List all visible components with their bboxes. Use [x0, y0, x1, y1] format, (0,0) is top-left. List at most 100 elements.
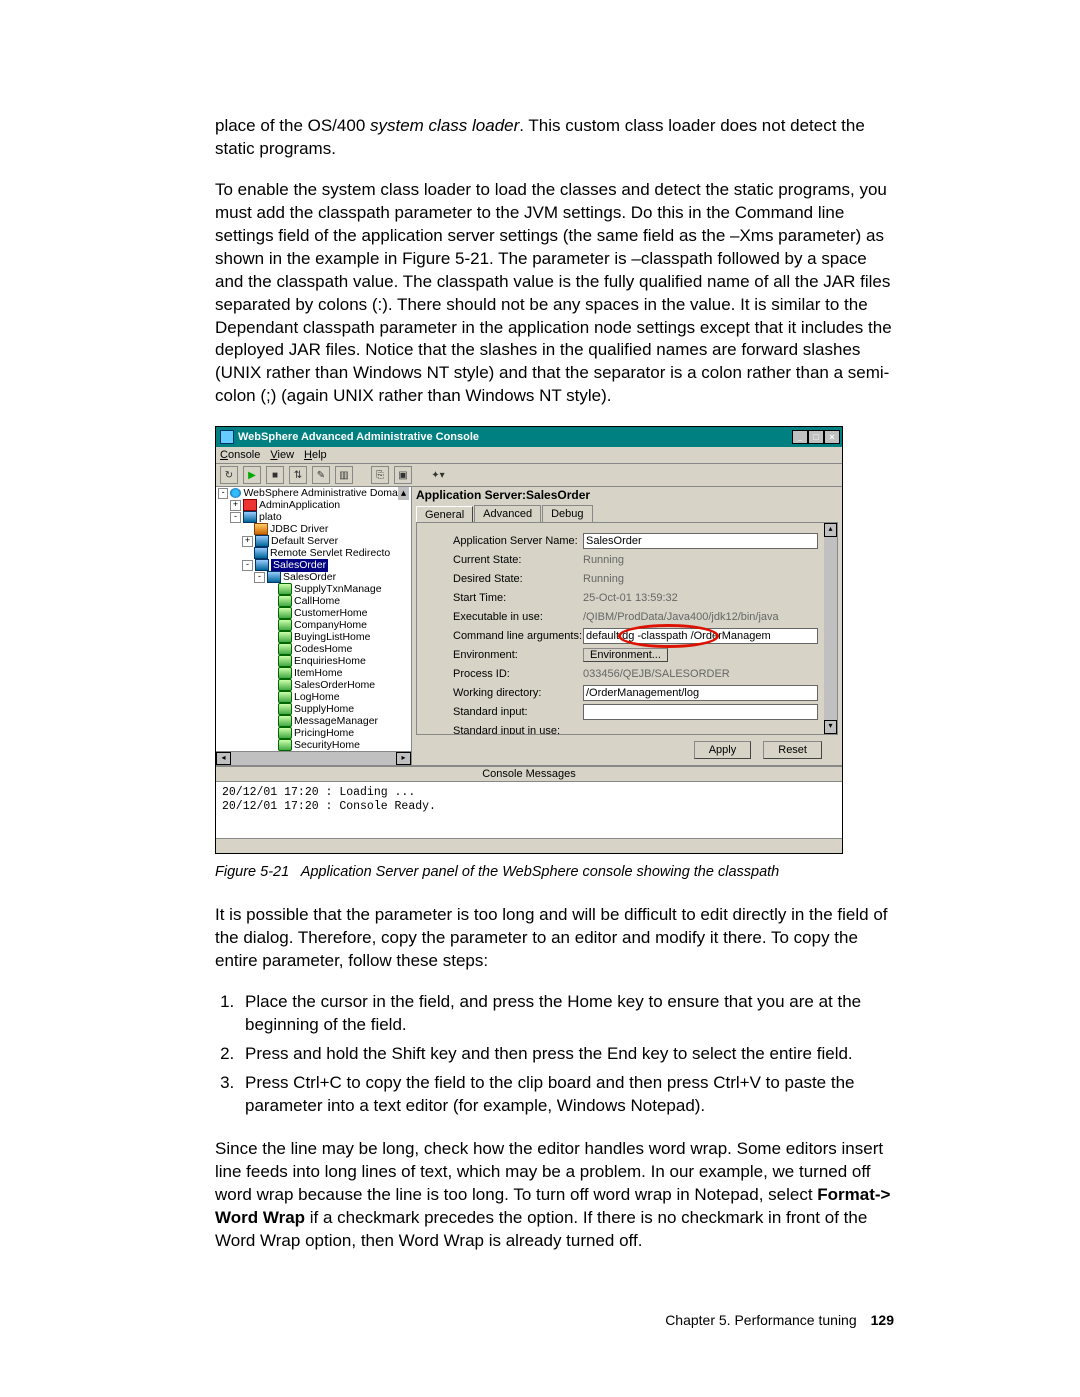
tool-icon[interactable]: ✎	[312, 466, 330, 484]
tree-bean-node[interactable]: ItemHome	[218, 667, 409, 679]
redirector-icon	[254, 547, 268, 559]
bean-icon	[278, 583, 292, 595]
bean-icon	[278, 631, 292, 643]
bean-icon	[278, 643, 292, 655]
bean-icon	[278, 655, 292, 667]
paragraph-3: It is possible that the parameter is too…	[215, 904, 894, 973]
step-2: Press and hold the Shift key and then pr…	[239, 1043, 894, 1066]
tool-icon[interactable]: ▥	[335, 466, 353, 484]
app-server-name-input[interactable]	[583, 533, 818, 549]
wizard-icon[interactable]: ✦▾	[430, 467, 446, 483]
window-title: WebSphere Advanced Administrative Consol…	[238, 431, 479, 443]
tab-debug[interactable]: Debug	[542, 505, 592, 522]
reset-button[interactable]: Reset	[763, 741, 822, 759]
label: Executable in use:	[453, 611, 583, 623]
apply-button[interactable]: Apply	[694, 741, 752, 759]
bean-icon	[278, 679, 292, 691]
label: Process ID:	[453, 668, 583, 680]
vertical-scrollbar[interactable]: ▴ ▾	[824, 523, 837, 734]
tool-icon[interactable]: ⇅	[289, 466, 307, 484]
bean-icon	[278, 667, 292, 679]
tree-node-label: SecurityHome	[294, 739, 360, 752]
executable-value: /QIBM/ProdData/Java400/jdk12/bin/java	[583, 611, 818, 623]
text: Since the line may be long, check how th…	[215, 1139, 883, 1204]
expand-icon[interactable]: +	[242, 536, 253, 547]
panel-title: Application Server:SalesOrder	[412, 487, 842, 503]
figure-caption: Figure 5-21 Application Server panel of …	[215, 864, 894, 880]
horizontal-scrollbar[interactable]: ◂ ▸	[216, 751, 411, 765]
tree-bean-node[interactable]: MessageManager	[218, 715, 409, 727]
label: Command line arguments:	[453, 630, 583, 642]
tree-bean-node[interactable]: SupplyHome	[218, 703, 409, 715]
command-line-input[interactable]	[583, 628, 818, 644]
bean-icon	[278, 715, 292, 727]
tree-bean-node[interactable]: CallHome	[218, 595, 409, 607]
app-icon	[220, 430, 234, 444]
label: Standard input in use:	[453, 725, 583, 736]
standard-input-input[interactable]	[583, 704, 818, 720]
step-3: Press Ctrl+C to copy the field to the cl…	[239, 1072, 894, 1118]
bean-icon	[278, 619, 292, 631]
tree-bean-node[interactable]: LogHome	[218, 691, 409, 703]
stop-icon[interactable]: ■	[266, 466, 284, 484]
menu-view[interactable]: View	[270, 449, 294, 461]
tree-bean-node[interactable]: BuyingListHome	[218, 631, 409, 643]
maximize-button[interactable]: □	[808, 430, 824, 444]
console-output: 20/12/01 17:20 : Loading ... 20/12/01 17…	[216, 782, 842, 838]
tree-bean-node[interactable]: EnquiriesHome	[218, 655, 409, 667]
tree-bean-node[interactable]: PricingHome	[218, 727, 409, 739]
menu-help[interactable]: Help	[304, 449, 327, 461]
label: Application Server Name:	[453, 535, 583, 547]
window-titlebar: WebSphere Advanced Administrative Consol…	[216, 427, 842, 447]
bean-icon	[278, 607, 292, 619]
scroll-right-icon[interactable]: ▸	[396, 752, 411, 765]
collapse-icon[interactable]: -	[242, 560, 253, 571]
tree-bean-node[interactable]: SupplyTxnManage	[218, 583, 409, 595]
driver-icon	[254, 523, 268, 535]
close-button[interactable]: ×	[824, 430, 840, 444]
environment-button[interactable]: Environment...	[583, 648, 668, 662]
container-icon	[267, 571, 281, 583]
collapse-icon[interactable]: -	[230, 512, 241, 523]
minimize-button[interactable]: _	[792, 430, 808, 444]
app-icon	[243, 499, 257, 511]
console-messages-header: Console Messages	[216, 766, 842, 782]
refresh-icon[interactable]: ↻	[220, 466, 238, 484]
tab-advanced[interactable]: Advanced	[474, 505, 541, 522]
tree[interactable]: -WebSphere Administrative Doma▴ +AdminAp…	[216, 487, 411, 751]
server-icon	[255, 535, 269, 547]
bean-icon	[278, 691, 292, 703]
tab-general[interactable]: General	[416, 506, 473, 523]
collapse-icon[interactable]: -	[254, 572, 265, 583]
tree-bean-node[interactable]: CompanyHome	[218, 619, 409, 631]
tree-bean-node[interactable]: CustomerHome	[218, 607, 409, 619]
scroll-up-icon[interactable]: ▴	[824, 523, 837, 537]
server-icon	[243, 511, 257, 523]
tree-pane: -WebSphere Administrative Doma▴ +AdminAp…	[216, 487, 412, 765]
collapse-icon[interactable]: -	[218, 488, 228, 499]
tool-icon[interactable]: ⎘	[371, 466, 389, 484]
paragraph-2: To enable the system class loader to loa…	[215, 179, 894, 408]
scroll-down-icon[interactable]: ▾	[824, 720, 837, 734]
tree-bean-node[interactable]: SecurityHome	[218, 739, 409, 751]
scroll-left-icon[interactable]: ◂	[216, 752, 231, 765]
current-state-value: Running	[583, 554, 818, 566]
menu-console[interactable]: Console	[220, 449, 260, 461]
text: place of the OS/400	[215, 116, 370, 135]
scroll-up-icon[interactable]: ▴	[398, 487, 409, 500]
tool-icon[interactable]: ▣	[394, 466, 412, 484]
toolbar: ↻ ▶ ■ ⇅ ✎ ▥ ⎘ ▣ ✦▾	[216, 464, 842, 487]
expand-icon[interactable]: +	[230, 500, 241, 511]
text-italic: system class loader	[370, 116, 519, 135]
menubar: Console View Help	[216, 447, 842, 464]
tree-bean-node[interactable]: SalesOrderHome	[218, 679, 409, 691]
working-directory-input[interactable]	[583, 685, 818, 701]
label: Start Time:	[453, 592, 583, 604]
tree-bean-node[interactable]: CodesHome	[218, 643, 409, 655]
bean-icon	[278, 703, 292, 715]
play-icon[interactable]: ▶	[243, 466, 261, 484]
figure-screenshot: WebSphere Advanced Administrative Consol…	[215, 426, 894, 854]
label: Desired State:	[453, 573, 583, 585]
content-pane: Application Server:SalesOrder General Ad…	[412, 487, 842, 765]
footer-page-number: 129	[871, 1312, 894, 1328]
